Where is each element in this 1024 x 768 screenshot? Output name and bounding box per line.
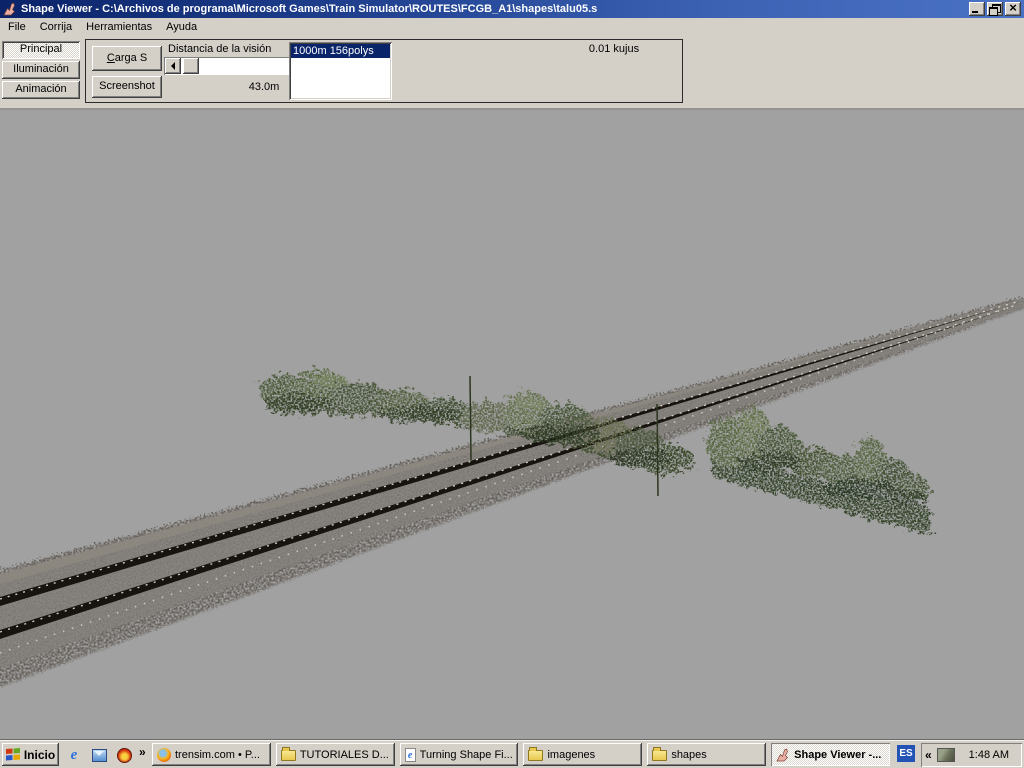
tray-chevron[interactable]: « <box>925 748 932 762</box>
slider-left-arrow-icon[interactable] <box>165 58 181 74</box>
poly-stat: 0.01 kujus <box>534 43 694 55</box>
menu-bar: File Corrija Herramientas Ayuda <box>0 18 1024 36</box>
close-icon[interactable] <box>1005 2 1021 16</box>
start-label: Inicio <box>24 748 55 762</box>
windows-logo-icon <box>6 748 21 761</box>
taskbar-clock: 1:48 AM <box>960 749 1018 761</box>
quick-launch-opera[interactable] <box>114 745 134 765</box>
slider-thumb[interactable] <box>183 58 199 74</box>
folder-icon <box>281 750 296 761</box>
view-distance-label: Distancia de la visión <box>168 43 271 55</box>
ie-document-icon <box>405 748 416 762</box>
system-tray: « 1:48 AM <box>921 743 1022 767</box>
menu-corrija[interactable]: Corrija <box>34 19 80 35</box>
screenshot-button[interactable]: Screenshot <box>92 76 162 98</box>
folder-icon <box>528 750 543 761</box>
opera-icon <box>117 748 132 763</box>
shape-viewer-hand-icon <box>3 2 17 16</box>
task-imagenes[interactable]: imagenes <box>523 743 642 766</box>
menu-ayuda[interactable]: Ayuda <box>160 19 205 35</box>
tab-iluminacion[interactable]: Iluminación <box>2 61 80 79</box>
task-turning-shape[interactable]: Turning Shape Fi... <box>400 743 519 766</box>
window-title: Shape Viewer - C:\Archivos de programa\M… <box>21 3 969 15</box>
start-button[interactable]: Inicio <box>2 743 59 766</box>
task-shape-viewer[interactable]: Shape Viewer -... <box>771 743 890 766</box>
task-tutoriales[interactable]: TUTORIALES D... <box>276 743 395 766</box>
firefox-icon <box>157 748 171 762</box>
internet-explorer-icon: e <box>71 746 78 764</box>
restore-icon[interactable] <box>987 2 1003 16</box>
language-indicator[interactable]: ES <box>897 745 915 762</box>
menu-file[interactable]: File <box>2 19 34 35</box>
tab-principal[interactable]: Principal <box>2 41 80 59</box>
task-trensim[interactable]: trensim.com • P... <box>152 743 271 766</box>
mail-icon <box>92 749 107 762</box>
minimize-icon[interactable] <box>969 2 985 16</box>
quick-launch-internet-explorer[interactable]: e <box>64 745 84 765</box>
lod-listbox[interactable]: 1000m 156polys <box>289 42 392 100</box>
menu-herramientas[interactable]: Herramientas <box>80 19 160 35</box>
toolbar: Principal Iluminación Animación Carga S … <box>0 36 1024 108</box>
title-bar: Shape Viewer - C:\Archivos de programa\M… <box>0 0 1024 18</box>
lod-list-item-selected[interactable]: 1000m 156polys <box>291 44 390 58</box>
taskbar: Inicio e » trensim.com • P... TUTORIALES… <box>0 740 1024 768</box>
folder-icon <box>652 750 667 761</box>
load-shape-button[interactable]: Carga S <box>92 46 162 71</box>
shape-preview-viewport[interactable] <box>0 108 1024 740</box>
tab-animacion[interactable]: Animación <box>2 81 80 99</box>
shape-preview-canvas <box>0 108 1024 740</box>
main-controls-panel: Carga S Screenshot Distancia de la visió… <box>85 39 683 103</box>
shape-viewer-hand-icon <box>776 748 790 762</box>
task-button-strip: trensim.com • P... TUTORIALES D... Turni… <box>152 743 890 766</box>
quick-launch-overflow-chevron[interactable]: » <box>139 745 146 759</box>
task-shapes[interactable]: shapes <box>647 743 766 766</box>
quick-launch-mail[interactable] <box>89 745 109 765</box>
tray-image-icon[interactable] <box>937 748 955 762</box>
